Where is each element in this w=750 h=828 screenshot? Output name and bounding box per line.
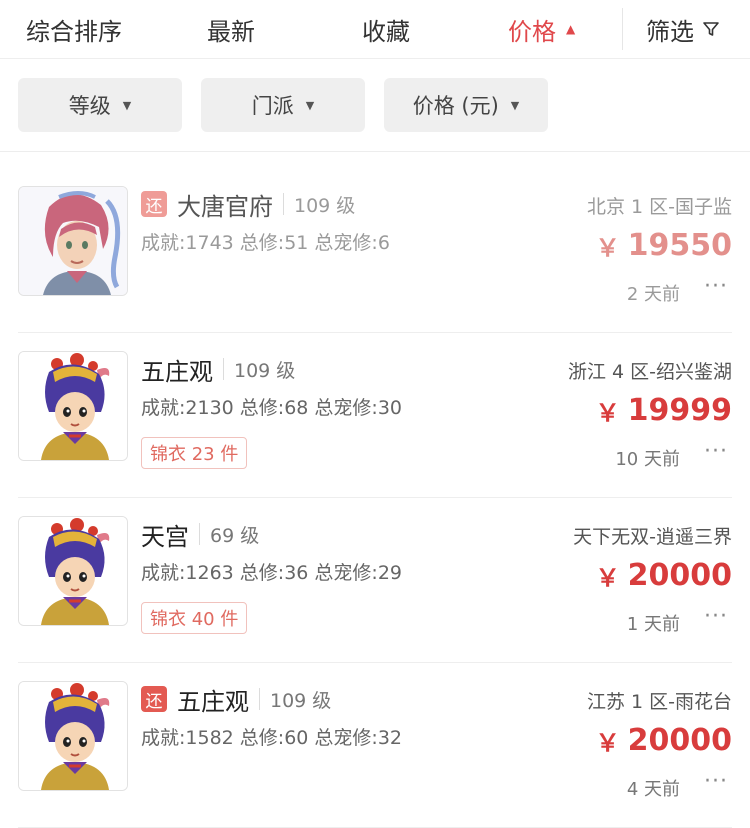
- currency-symbol: ￥: [595, 234, 620, 262]
- stats-text: 成就:1743 总修:51 总宠修:6: [141, 232, 390, 254]
- tab-label: 价格: [508, 17, 556, 46]
- ellipsis-icon[interactable]: ···: [704, 274, 728, 299]
- divider: [199, 523, 200, 545]
- listing-list: 还 大唐官府 109 级 北京 1 区-国子监 成就:1743 总修:51 总宠…: [0, 168, 750, 828]
- server-name: 天下无双-逍遥三界: [573, 526, 732, 548]
- server-name: 浙江 4 区-绍兴鉴湖: [567, 361, 732, 383]
- tab-label: 收藏: [362, 17, 410, 46]
- currency-symbol: ￥: [595, 729, 620, 757]
- dropdown-label: 等级: [68, 94, 111, 118]
- stats-text: 成就:2130 总修:68 总宠修:30: [141, 397, 402, 419]
- return-badge: 还: [141, 191, 167, 217]
- level: 69 级: [210, 524, 260, 547]
- level: 109 级: [234, 359, 296, 382]
- triangle-down-icon: ▼: [122, 98, 132, 112]
- tab-price[interactable]: 价格 ▲: [508, 0, 575, 58]
- sect-filter-dropdown[interactable]: 门派 ▼: [201, 78, 365, 132]
- server-name: 北京 1 区-国子监: [586, 196, 732, 218]
- stats-text: 成就:1582 总修:60 总宠修:32: [141, 727, 402, 749]
- currency-symbol: ￥: [595, 399, 620, 427]
- ellipsis-icon[interactable]: ···: [704, 769, 728, 794]
- tab-filter[interactable]: 筛选: [646, 0, 720, 58]
- price: ￥ 20000: [596, 558, 732, 593]
- sect-name: 五庄观: [177, 687, 249, 716]
- sect-name: 五庄观: [141, 357, 213, 386]
- price-value: 19999: [627, 393, 732, 428]
- sect-name: 大唐官府: [177, 192, 273, 221]
- divider: [283, 193, 284, 215]
- item-header: 还 大唐官府 109 级: [141, 186, 355, 222]
- triangle-up-icon: ▲: [566, 22, 576, 36]
- price-value: 19550: [627, 228, 732, 263]
- price: ￥ 19999: [596, 393, 732, 428]
- avatar: [18, 351, 128, 461]
- listed-time: 1 天前: [626, 614, 680, 635]
- price: ￥ 20000: [596, 723, 732, 758]
- dropdown-label: 门派: [251, 94, 294, 118]
- price-value: 20000: [627, 558, 732, 593]
- listed-time: 4 天前: [626, 779, 680, 800]
- level: 109 级: [294, 194, 356, 217]
- tab-label: 最新: [207, 17, 255, 46]
- item-header: 还 五庄观 109 级: [141, 681, 331, 717]
- currency-symbol: ￥: [595, 564, 620, 592]
- triangle-down-icon: ▼: [510, 98, 520, 112]
- listed-time: 10 天前: [615, 449, 680, 470]
- sect-name: 天宫: [141, 522, 189, 551]
- price: ￥ 19550: [596, 228, 732, 263]
- list-item[interactable]: 五庄观 109 级 浙江 4 区-绍兴鉴湖 成就:2130 总修:68 总宠修:…: [0, 333, 750, 498]
- list-item[interactable]: 天宫 69 级 天下无双-逍遥三界 成就:1263 总修:36 总宠修:29 锦…: [0, 498, 750, 663]
- outfit-tag: 锦衣 40 件: [141, 602, 248, 634]
- tab-divider: [622, 8, 623, 50]
- price-value: 20000: [627, 723, 732, 758]
- ellipsis-icon[interactable]: ···: [704, 604, 728, 629]
- tab-favorites[interactable]: 收藏: [362, 0, 410, 58]
- listed-time: 2 天前: [626, 284, 680, 305]
- level: 109 级: [270, 689, 332, 712]
- list-item[interactable]: 还 五庄观 109 级 江苏 1 区-雨花台 成就:1582 总修:60 总宠修…: [0, 663, 750, 828]
- item-header: 五庄观 109 级: [141, 351, 295, 387]
- funnel-icon: [702, 20, 720, 38]
- triangle-down-icon: ▼: [305, 98, 315, 112]
- divider: [223, 358, 224, 380]
- outfit-tag: 锦衣 23 件: [141, 437, 248, 469]
- avatar: [18, 186, 128, 296]
- tab-comprehensive-sort[interactable]: 综合排序: [26, 0, 122, 58]
- ellipsis-icon[interactable]: ···: [704, 439, 728, 464]
- dropdown-label: 价格 (元): [412, 94, 499, 118]
- sort-tab-bar: 综合排序 最新 收藏 价格 ▲ 筛选: [0, 0, 750, 59]
- stats-text: 成就:1263 总修:36 总宠修:29: [141, 562, 402, 584]
- divider: [259, 688, 260, 710]
- tab-label: 筛选: [646, 17, 694, 46]
- list-item[interactable]: 还 大唐官府 109 级 北京 1 区-国子监 成就:1743 总修:51 总宠…: [0, 168, 750, 333]
- server-name: 江苏 1 区-雨花台: [586, 691, 732, 713]
- return-badge: 还: [141, 686, 167, 712]
- level-filter-dropdown[interactable]: 等级 ▼: [18, 78, 182, 132]
- tab-newest[interactable]: 最新: [207, 0, 255, 58]
- tab-label: 综合排序: [26, 17, 122, 46]
- avatar: [18, 681, 128, 791]
- price-filter-dropdown[interactable]: 价格 (元) ▼: [384, 78, 548, 132]
- filter-bar: 等级 ▼ 门派 ▼ 价格 (元) ▼: [0, 59, 750, 152]
- item-header: 天宫 69 级: [141, 516, 259, 552]
- avatar: [18, 516, 128, 626]
